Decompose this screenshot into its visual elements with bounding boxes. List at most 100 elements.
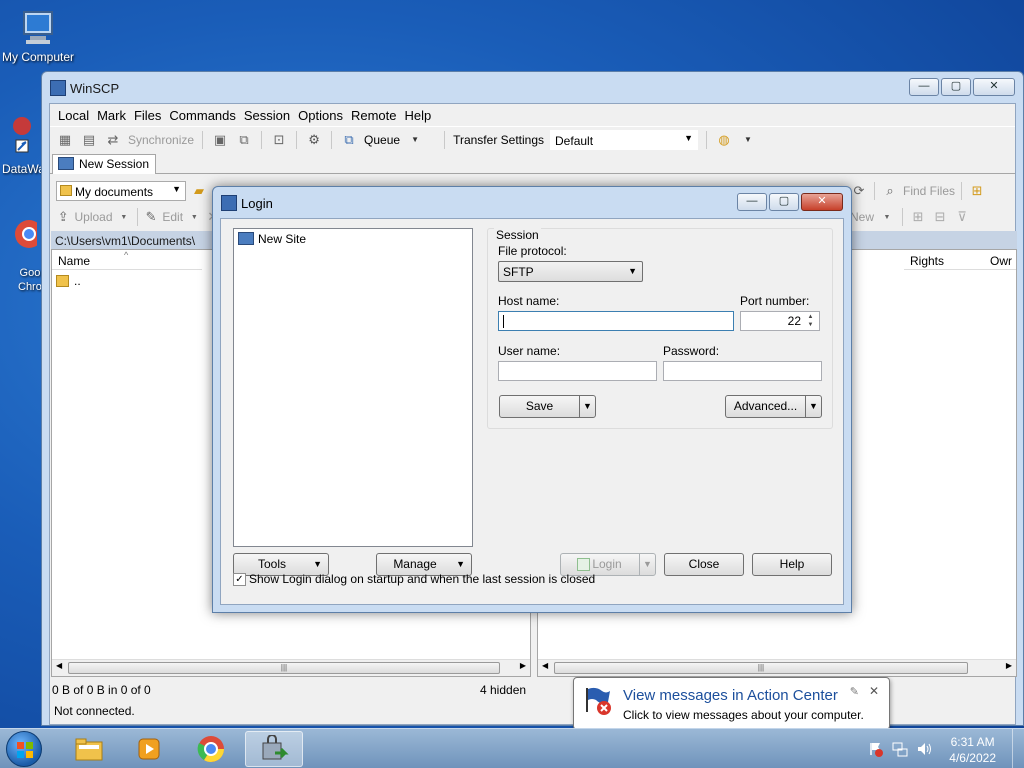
site-tree[interactable]: New Site [233, 228, 473, 547]
col-header-owner[interactable]: Owr [984, 250, 1016, 270]
close-button[interactable]: ✕ [973, 78, 1015, 96]
taskbar-explorer[interactable] [60, 731, 118, 767]
pin-icon[interactable]: ✎ [850, 685, 859, 698]
plus-icon[interactable]: ⊞ [909, 208, 927, 226]
scroll-right-icon[interactable]: ▶ [1006, 661, 1012, 670]
desktop-icon-google-chrome[interactable]: Goo Chro [0, 216, 44, 293]
menu-mark[interactable]: Mark [93, 108, 130, 123]
chevron-down-icon[interactable]: ▼ [805, 396, 821, 417]
show-desktop-button[interactable] [1012, 729, 1024, 768]
console-icon[interactable]: ▣ [211, 131, 229, 149]
balloon-title[interactable]: View messages in Action Center [623, 687, 838, 704]
upload-button[interactable]: Upload [75, 210, 113, 224]
local-hscrollbar[interactable]: ◀ ||| ▶ [52, 659, 530, 676]
globe-icon[interactable]: ◍ [715, 131, 733, 149]
login-maximize-button[interactable]: ▢ [769, 193, 799, 211]
synchronize-button[interactable]: Synchronize [128, 133, 194, 147]
remote-hscrollbar[interactable]: ◀ ||| ▶ [538, 659, 1016, 676]
local-drive-label: My documents [75, 185, 154, 199]
remote-toolbar: ⟳ ⌕ Find Files ⊞ [850, 178, 1018, 204]
queue-icon[interactable]: ⧉ [340, 131, 358, 149]
save-button[interactable]: Save ▼ [499, 395, 596, 418]
gear-icon[interactable]: ⚙ [305, 131, 323, 149]
desktop-icon-my-computer[interactable]: My Computer [0, 8, 76, 64]
scroll-left-icon[interactable]: ◀ [542, 661, 548, 670]
password-input[interactable] [663, 361, 822, 381]
scroll-right-icon[interactable]: ▶ [520, 661, 526, 670]
keep-remote-icon[interactable]: ⊡ [270, 131, 288, 149]
minimize-button[interactable]: — [909, 78, 939, 96]
balloon-close-icon[interactable]: ✕ [869, 684, 879, 698]
open-folder-icon[interactable]: ▰ [190, 182, 208, 200]
toolbar-separator [331, 130, 333, 149]
site-item-new-site[interactable]: New Site [238, 232, 306, 246]
menu-commands[interactable]: Commands [165, 108, 239, 123]
find-files-icon[interactable]: ⌕ [881, 182, 899, 200]
file-protocol-label: File protocol: [498, 244, 567, 258]
close-dialog-button[interactable]: Close [664, 553, 744, 576]
login-minimize-button[interactable]: — [737, 193, 767, 211]
scroll-thumb[interactable]: ||| [554, 662, 968, 674]
queue-button[interactable]: Queue [364, 133, 400, 147]
find-files-button[interactable]: Find Files [903, 184, 955, 198]
text-caret [503, 315, 504, 329]
synchronize-icon[interactable]: ⇄ [104, 131, 122, 149]
chevron-down-icon[interactable]: ▼ [579, 396, 595, 417]
local-drive-select[interactable]: My documents ▼ [56, 181, 186, 201]
scroll-thumb[interactable]: ||| [68, 662, 500, 674]
taskbar-clock[interactable]: 6:31 AM 4/6/2022 [949, 734, 996, 766]
chevron-down-icon[interactable]: ▼ [187, 208, 202, 226]
action-center-balloon[interactable]: View messages in Action Center Click to … [573, 677, 890, 730]
menu-remote[interactable]: Remote [347, 108, 401, 123]
edit-icon[interactable]: ✎ [144, 208, 159, 226]
menu-options[interactable]: Options [294, 108, 347, 123]
sync-browse-icon[interactable]: ▤ [80, 131, 98, 149]
help-button[interactable]: Help [752, 553, 832, 576]
chevron-down-icon[interactable]: ▼ [739, 131, 757, 149]
volume-icon[interactable] [916, 741, 932, 757]
transfer-settings-select[interactable]: Default ▼ [550, 129, 699, 150]
menu-session[interactable]: Session [240, 108, 294, 123]
taskbar-winscp[interactable] [245, 731, 303, 767]
port-number-input[interactable]: 22 ▲ ▼ [740, 311, 820, 331]
menu-files[interactable]: Files [130, 108, 165, 123]
chevron-down-icon[interactable]: ▼ [878, 208, 896, 226]
minus-icon[interactable]: ⊟ [931, 208, 949, 226]
new-button[interactable]: New [850, 210, 874, 224]
session-tabs: New Session [50, 152, 1015, 174]
show-login-checkbox[interactable]: ✓ Show Login dialog on startup and when … [233, 572, 595, 586]
chevron-down-icon[interactable]: ▼ [406, 131, 424, 149]
scroll-left-icon[interactable]: ◀ [56, 661, 62, 670]
edit-button[interactable]: Edit [162, 210, 183, 224]
maximize-button[interactable]: ▢ [941, 78, 971, 96]
chevron-down-icon[interactable]: ▼ [117, 208, 132, 226]
filter-icon[interactable]: ⊽ [953, 208, 971, 226]
upload-icon[interactable]: ⇪ [56, 208, 71, 226]
tree-icon[interactable]: ⊞ [968, 182, 986, 200]
refresh-icon[interactable]: ⟳ [850, 182, 868, 200]
port-spinner-icon[interactable]: ▲ ▼ [804, 313, 817, 329]
col-header-rights-label: Rights [910, 254, 945, 268]
col-header-name[interactable]: Name ^ [52, 250, 202, 270]
taskbar-chrome[interactable] [182, 731, 240, 767]
table-row[interactable]: .. [56, 274, 81, 290]
checkbox-check-icon[interactable]: ✓ [233, 573, 246, 586]
taskbar-media-player[interactable] [120, 731, 178, 767]
tab-new-session[interactable]: New Session [52, 154, 157, 174]
start-button[interactable] [6, 731, 42, 767]
menu-help[interactable]: Help [400, 108, 435, 123]
network-icon[interactable] [892, 741, 908, 757]
user-name-input[interactable] [498, 361, 657, 381]
desktop-icon-datawa[interactable]: DataWa [0, 112, 45, 176]
file-protocol-select[interactable]: SFTP ▼ [498, 261, 643, 282]
login-close-x-button[interactable]: ✕ [801, 193, 843, 211]
action-center-tray-icon[interactable] [868, 741, 884, 757]
host-name-input[interactable] [498, 311, 734, 331]
chevron-down-icon[interactable]: ▼ [639, 554, 655, 575]
compare-icon[interactable]: ▦ [56, 131, 74, 149]
terminal-icon[interactable]: ⧉ [235, 131, 253, 149]
advanced-button[interactable]: Advanced... ▼ [725, 395, 822, 418]
menu-local[interactable]: Local [54, 108, 93, 123]
col-header-rights[interactable]: Rights [904, 250, 984, 270]
toolbar-separator [961, 182, 963, 200]
